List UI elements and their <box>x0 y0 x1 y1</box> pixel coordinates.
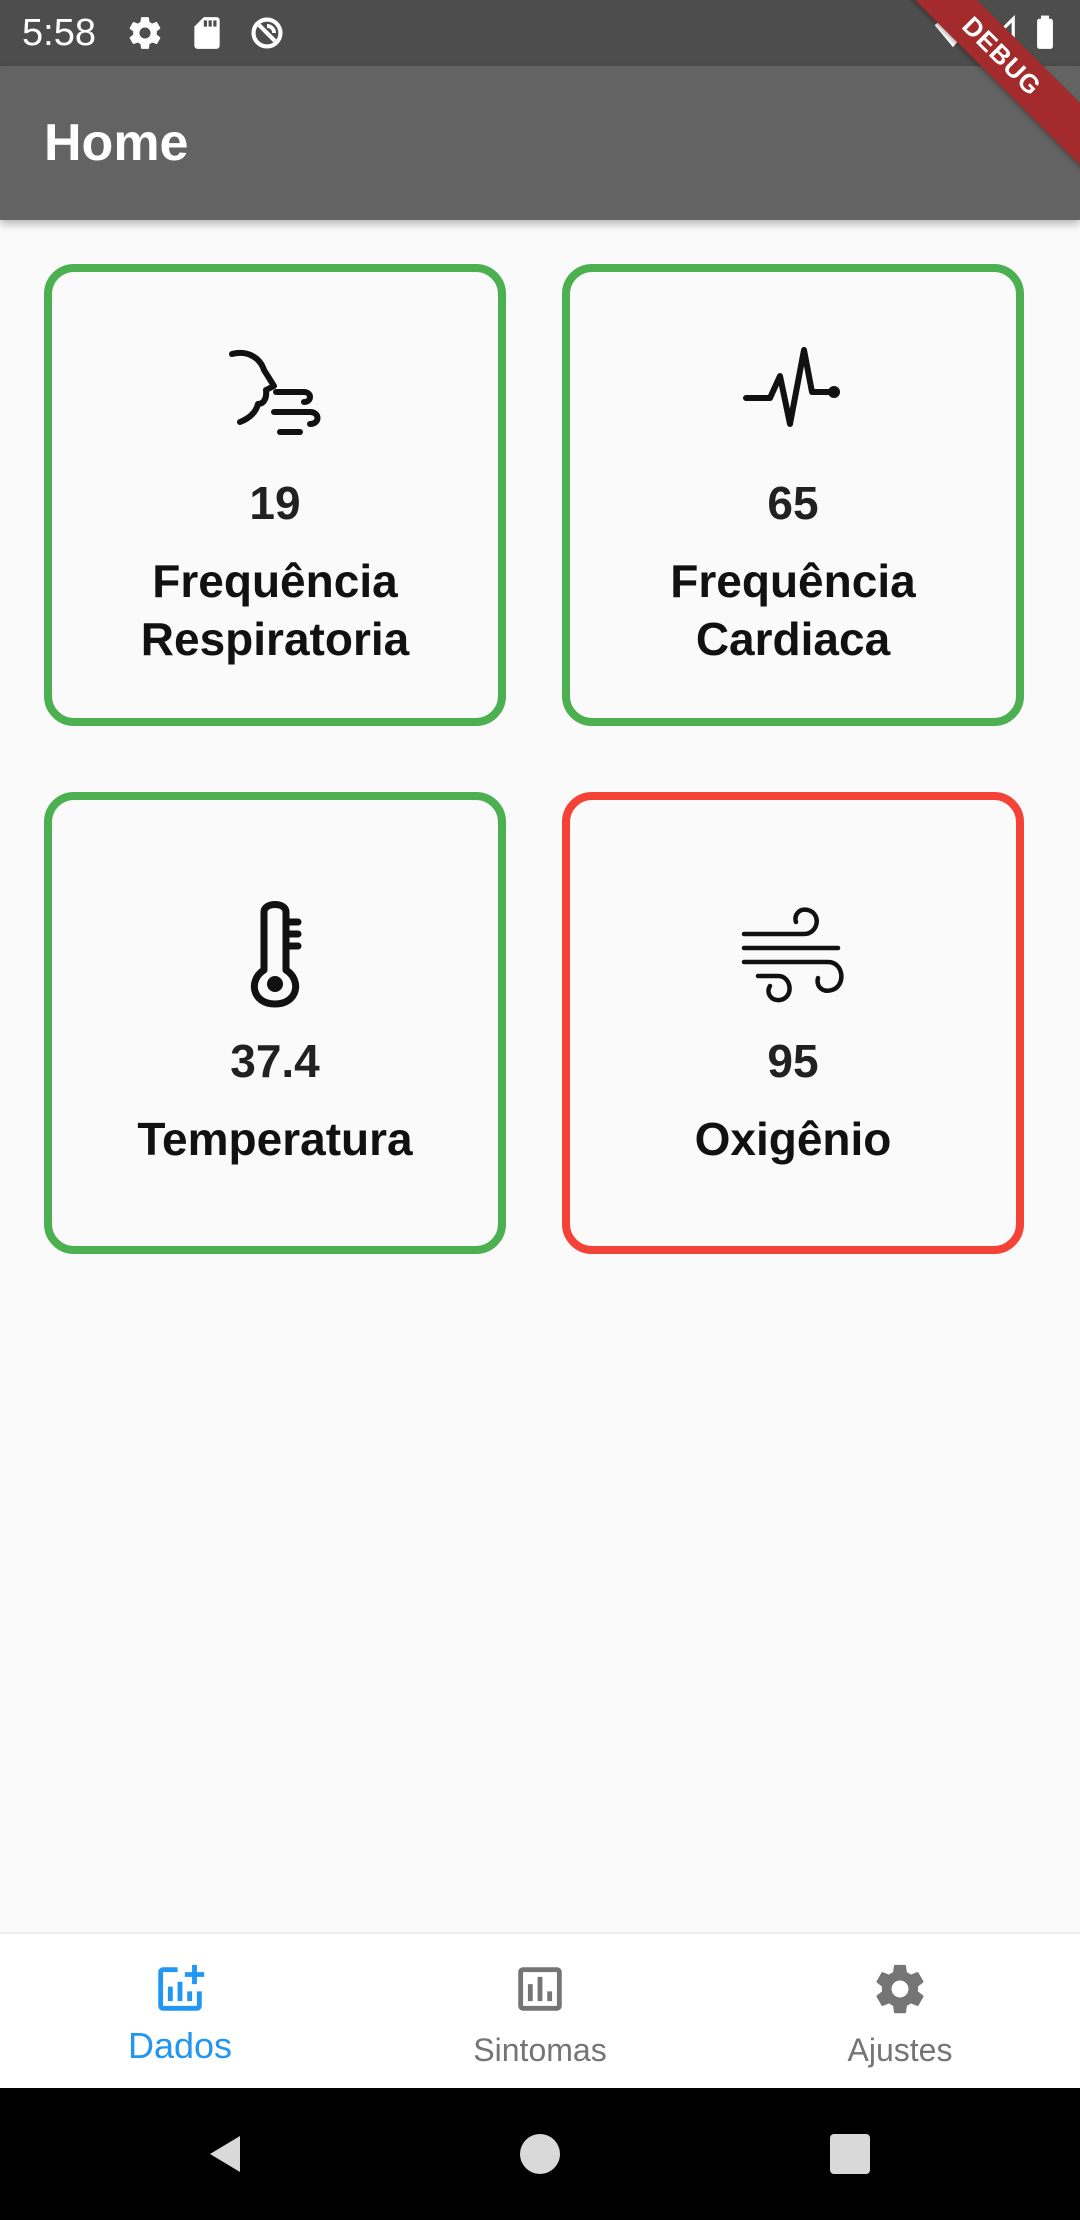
settings-icon <box>871 1960 929 2018</box>
oxygen-value: 95 <box>767 1035 819 1087</box>
nav-ajustes-label: Ajustes <box>847 2032 953 2068</box>
sd-card-icon <box>188 14 226 52</box>
nav-dados[interactable]: Dados <box>0 1934 360 2090</box>
heart-rate-label-line1: Frequência <box>670 555 916 607</box>
home-screen: 5:58 DEBUG Home 19 Frequência Respirator… <box>0 0 1080 2220</box>
breathing-icon <box>220 342 330 452</box>
battery-icon <box>1026 14 1064 52</box>
nav-sintomas-label: Sintomas <box>473 2032 607 2068</box>
respiratory-rate-value: 19 <box>249 477 301 529</box>
wind-icon <box>738 900 848 1010</box>
heartbeat-icon <box>738 342 848 452</box>
nav-sintomas[interactable]: Sintomas <box>360 1934 720 2090</box>
heart-rate-value: 65 <box>767 477 819 529</box>
nav-ajustes[interactable]: Ajustes <box>720 1934 1080 2090</box>
symptoms-chart-icon <box>511 1960 569 2018</box>
sync-icon <box>248 14 286 52</box>
card-respiratory-rate[interactable]: 19 Frequência Respiratoria <box>44 264 506 726</box>
recents-icon[interactable] <box>826 2130 874 2178</box>
app-bar: Home <box>0 66 1080 220</box>
data-chart-icon <box>151 1960 209 2018</box>
thermometer-icon <box>220 900 330 1010</box>
back-icon[interactable] <box>202 2130 250 2178</box>
card-oxygen[interactable]: 95 Oxigênio <box>562 792 1024 1254</box>
temperature-value: 37.4 <box>230 1035 320 1087</box>
respiratory-rate-label-line1: Frequência <box>152 555 398 607</box>
respiratory-rate-label-line2: Respiratoria <box>140 613 410 665</box>
heart-rate-label-line2: Cardiaca <box>695 613 891 665</box>
card-heart-rate[interactable]: 65 Frequência Cardiaca <box>562 264 1024 726</box>
nav-dados-label: Dados <box>127 2025 233 2066</box>
oxygen-label: Oxigênio <box>694 1113 892 1165</box>
page-title: Home <box>44 114 189 172</box>
temperature-label: Temperatura <box>137 1113 413 1165</box>
settings-status-icon <box>126 14 164 52</box>
system-nav-bar <box>0 2088 1080 2220</box>
status-bar: 5:58 <box>0 0 1080 66</box>
card-temperature[interactable]: 37.4 Temperatura <box>44 792 506 1254</box>
home-icon[interactable] <box>516 2130 564 2178</box>
bottom-nav: Dados Sintomas Ajustes <box>0 1932 1080 2090</box>
status-time: 5:58 <box>22 12 96 54</box>
